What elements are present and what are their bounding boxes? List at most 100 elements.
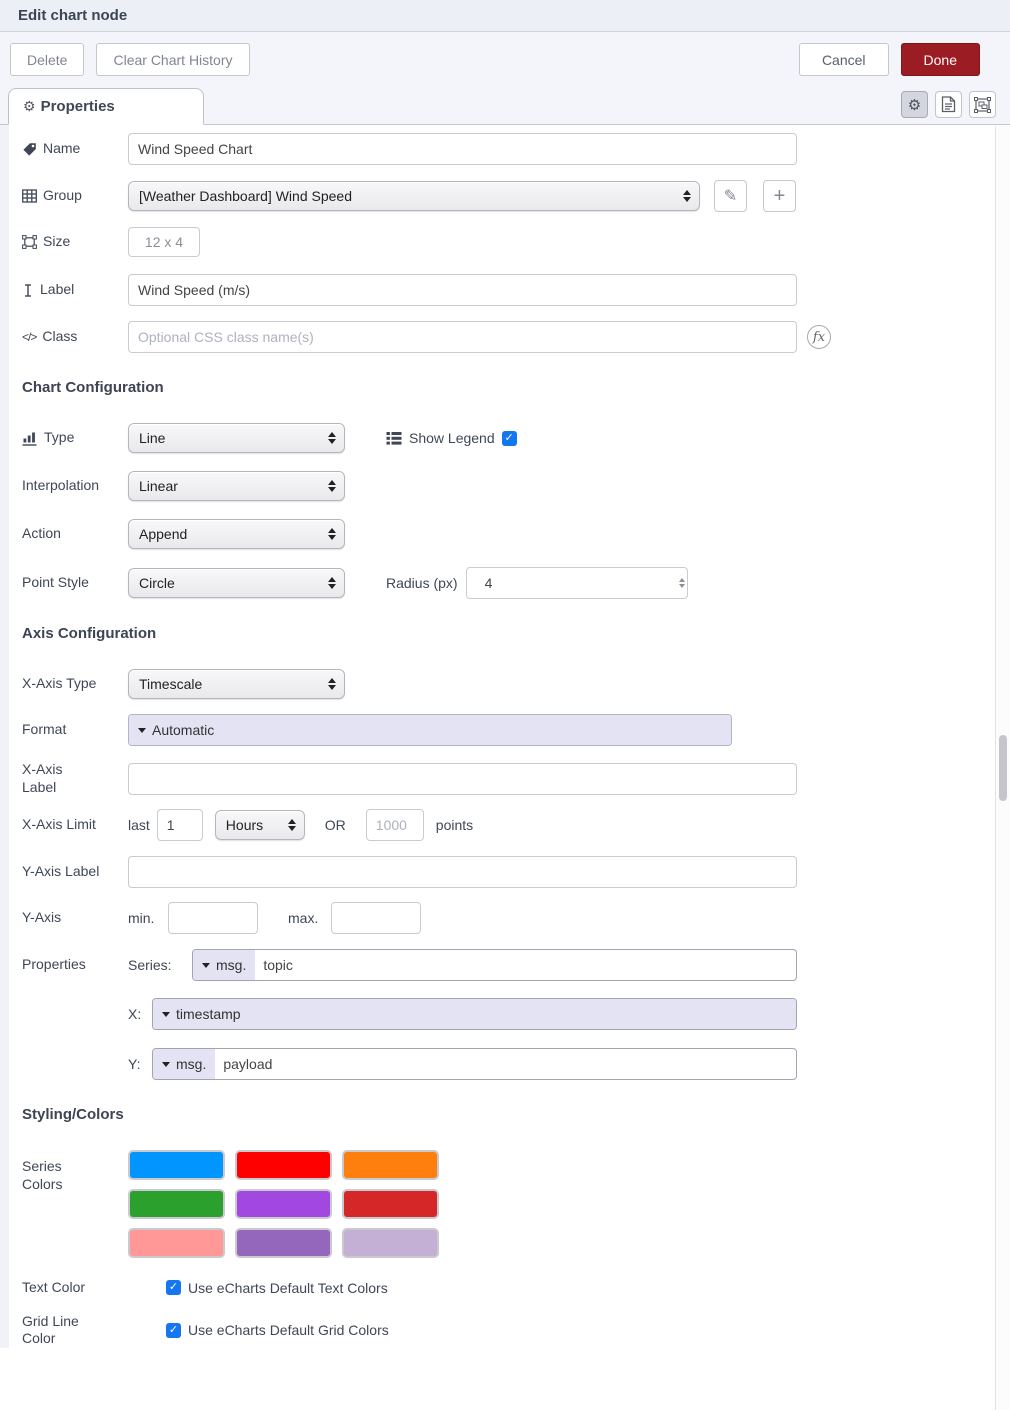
y-axis-label-row: Y-Axis Label — [22, 856, 1010, 888]
class-label: </> Class — [22, 328, 128, 346]
y-axis-row: Y-Axis min. max. — [22, 902, 1010, 934]
series-color-swatch[interactable] — [235, 1189, 332, 1219]
y-max-input[interactable] — [331, 902, 421, 934]
series-color-swatch[interactable] — [128, 1189, 225, 1219]
y-min-input[interactable] — [168, 902, 258, 934]
name-input[interactable] — [128, 133, 797, 165]
appearance-view-button[interactable] — [969, 91, 996, 118]
class-row: </> Class fx — [22, 321, 1010, 353]
y-axis-label: Y-Axis — [22, 909, 128, 927]
name-label: Name — [22, 140, 128, 158]
description-view-button[interactable] — [935, 91, 962, 118]
action-row: Action Append — [22, 519, 1010, 549]
fx-icon: fx — [807, 325, 831, 349]
select-arrows-icon — [328, 528, 336, 540]
format-typed-input[interactable]: Automatic — [128, 714, 732, 746]
action-select[interactable]: Append — [128, 519, 345, 549]
series-color-swatch[interactable] — [342, 1150, 439, 1180]
series-colors-grid — [128, 1150, 448, 1258]
series-colors-row: Series Colors — [22, 1150, 1010, 1258]
series-typed-input[interactable]: msg. topic — [192, 949, 797, 981]
dialog-title: Edit chart node — [18, 7, 127, 24]
bar-chart-icon — [22, 431, 38, 446]
type-row: Type Line Show Legend — [22, 423, 1010, 453]
size-label: Size — [22, 233, 128, 251]
clear-chart-history-button[interactable]: Clear Chart History — [96, 43, 249, 76]
points-label: points — [436, 817, 473, 833]
point-style-row: Point Style Circle Radius (px) — [22, 567, 1010, 599]
scrollbar-thumb[interactable] — [999, 735, 1007, 801]
tab-properties-label: Properties — [41, 98, 115, 115]
limit-points-input[interactable] — [366, 809, 424, 841]
series-color-swatch[interactable] — [342, 1189, 439, 1219]
type-select[interactable]: Line — [128, 423, 345, 453]
gear-icon: ⚙ — [908, 96, 921, 114]
point-style-select[interactable]: Circle — [128, 568, 345, 598]
axis-configuration-heading: Axis Configuration — [22, 625, 1010, 642]
radius-input-wrap — [466, 567, 688, 599]
select-arrows-icon — [328, 577, 336, 589]
type-label: Type — [22, 429, 128, 447]
text-color-label: Text Color — [22, 1279, 166, 1297]
y-axis-label-input[interactable] — [128, 856, 797, 888]
series-color-swatch[interactable] — [128, 1228, 225, 1258]
size-button[interactable]: 12 x 4 — [128, 227, 200, 257]
series-color-swatch[interactable] — [235, 1150, 332, 1180]
tab-properties[interactable]: ⚙ Properties — [8, 88, 204, 125]
x-axis-label-input[interactable] — [128, 763, 797, 795]
grid-color-checkbox-label: Use eCharts Default Grid Colors — [188, 1322, 389, 1338]
x-axis-type-select[interactable]: Timescale — [128, 669, 345, 699]
series-color-swatch[interactable] — [342, 1228, 439, 1258]
properties-view-button[interactable]: ⚙ — [901, 91, 928, 118]
x-property-typed-input[interactable]: timestamp — [152, 998, 797, 1030]
point-style-label: Point Style — [22, 574, 128, 592]
group-label: Group — [22, 187, 128, 205]
show-legend-checkbox[interactable] — [502, 431, 517, 446]
series-color-swatch[interactable] — [235, 1228, 332, 1258]
vertical-scrollbar[interactable] — [995, 126, 1010, 1410]
grid-color-label: Grid Line Color — [22, 1313, 166, 1348]
select-arrows-icon — [288, 819, 296, 831]
y-property-row: Y: msg. payload — [22, 1048, 1010, 1080]
editor-tray-icons: ⚙ — [901, 91, 996, 118]
text-cursor-icon — [22, 283, 34, 298]
y-max-label: max. — [288, 910, 331, 926]
limit-unit-select[interactable]: Hours — [215, 810, 305, 840]
label-row: Label — [22, 274, 1010, 306]
format-row: Format Automatic — [22, 714, 1010, 746]
cancel-button[interactable]: Cancel — [799, 43, 889, 76]
label-input[interactable] — [128, 274, 797, 306]
add-group-button[interactable]: + — [763, 180, 796, 212]
styling-colors-heading: Styling/Colors — [22, 1106, 1010, 1123]
x-property-label: X: — [128, 1006, 152, 1022]
text-color-checkbox[interactable] — [166, 1280, 181, 1295]
delete-button[interactable]: Delete — [10, 43, 84, 76]
select-arrows-icon — [328, 432, 336, 444]
y-axis-label-label: Y-Axis Label — [22, 863, 128, 881]
or-label: OR — [325, 817, 346, 833]
number-stepper-icon[interactable] — [675, 575, 689, 591]
limit-duration-input[interactable] — [157, 809, 203, 841]
x-property-row: X: timestamp — [22, 998, 1010, 1030]
x-axis-label-row: X-Axis Label — [22, 761, 1010, 796]
x-axis-type-row: X-Axis Type Timescale — [22, 669, 1010, 699]
dialog-header: Edit chart node — [0, 0, 1010, 32]
edit-group-button[interactable]: ✎ — [714, 180, 747, 212]
interpolation-select[interactable]: Linear — [128, 471, 345, 501]
y-property-typed-input[interactable]: msg. payload — [152, 1048, 797, 1080]
text-color-checkbox-label: Use eCharts Default Text Colors — [188, 1280, 388, 1296]
series-color-swatch[interactable] — [128, 1150, 225, 1180]
code-icon: </> — [22, 330, 36, 345]
plus-icon: + — [774, 185, 786, 208]
show-legend-label: Show Legend — [409, 430, 495, 446]
class-input[interactable] — [128, 321, 797, 353]
dialog-toolbar: Delete Clear Chart History Cancel Done — [0, 32, 1010, 87]
interpolation-row: Interpolation Linear — [22, 471, 1010, 501]
group-select[interactable]: [Weather Dashboard] Wind Speed — [128, 181, 700, 211]
properties-form: Name Group [Weather Dashboard] Wind Spee… — [0, 125, 1010, 1348]
object-group-icon — [974, 97, 991, 113]
radius-input[interactable] — [476, 569, 675, 597]
done-button[interactable]: Done — [901, 43, 980, 76]
document-icon — [941, 96, 956, 113]
grid-color-checkbox[interactable] — [166, 1323, 181, 1338]
